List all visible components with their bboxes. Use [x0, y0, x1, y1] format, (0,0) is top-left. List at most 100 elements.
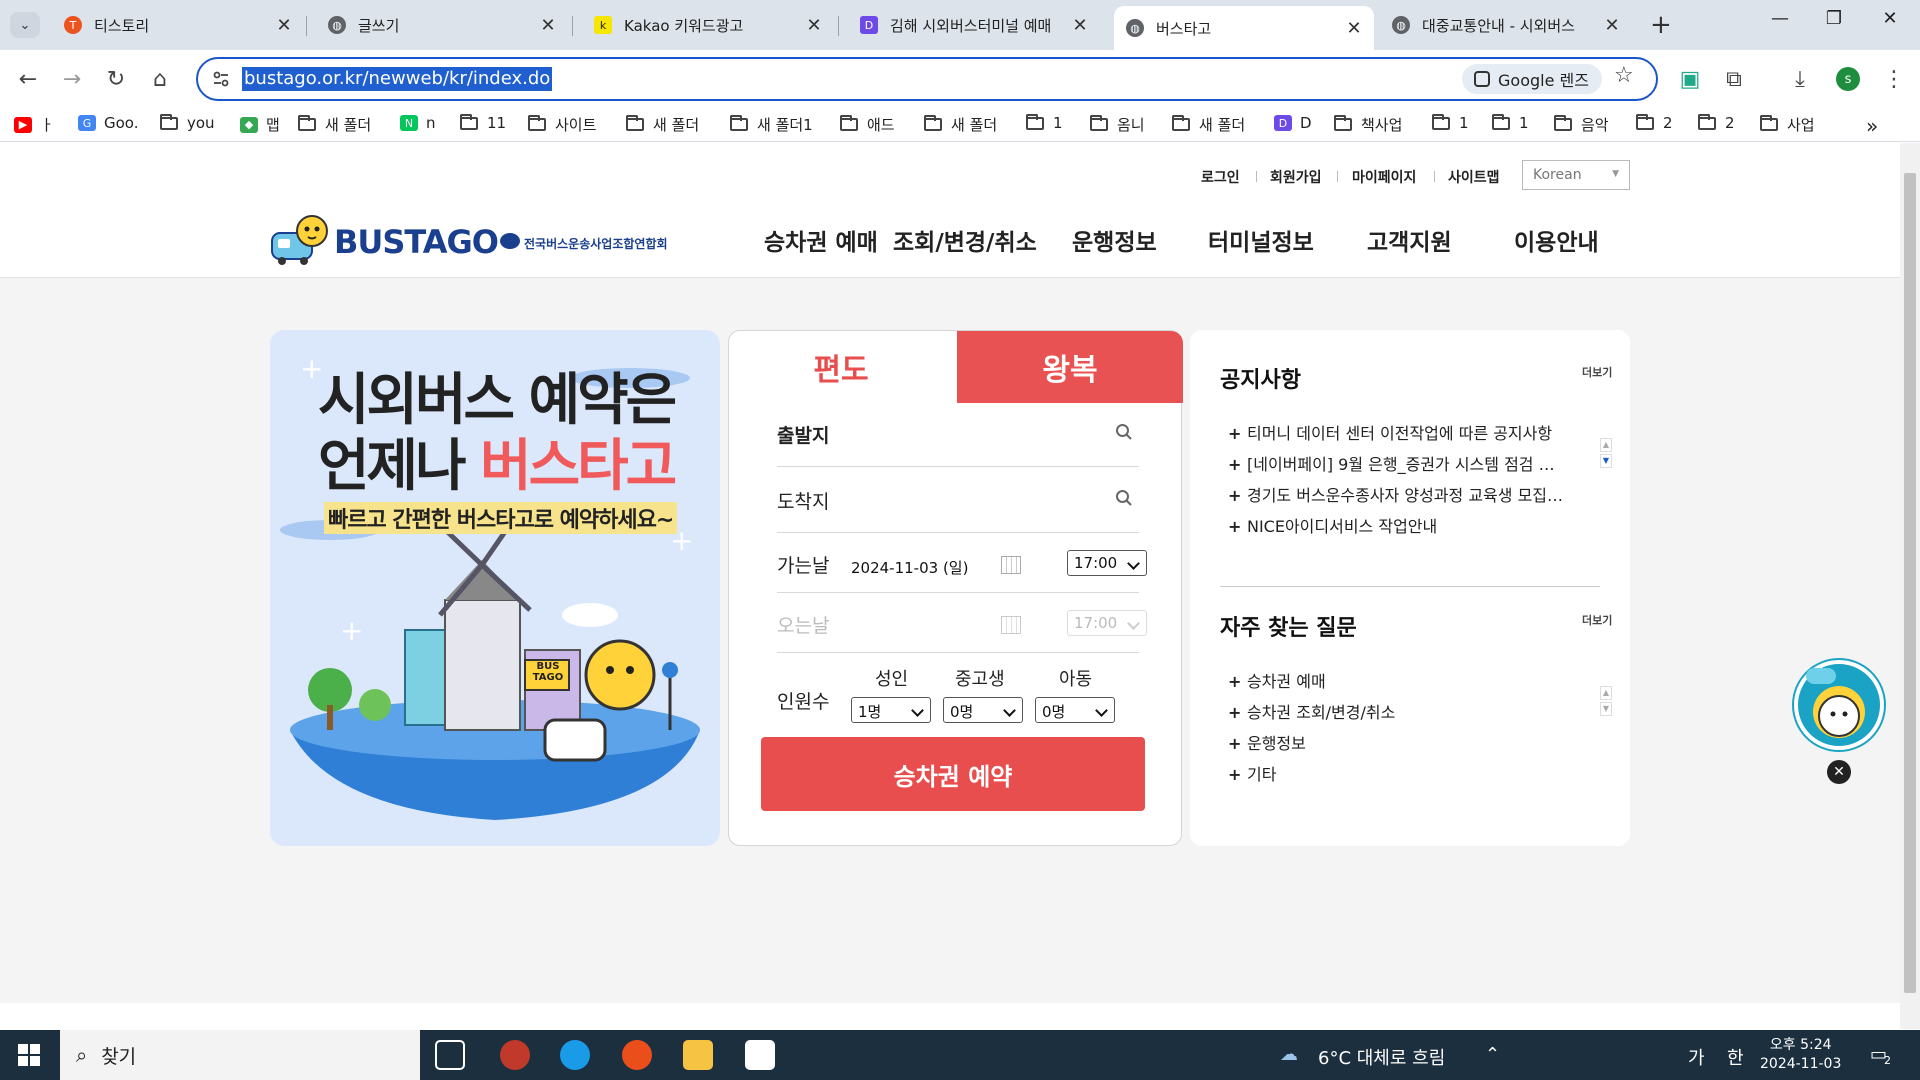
page-scrollbar[interactable]	[1900, 143, 1920, 1029]
bookmark-item[interactable]: 사이트	[528, 114, 596, 135]
new-tab-button[interactable]: +	[1650, 10, 1672, 40]
gnb-operation[interactable]: 운행정보	[1072, 223, 1157, 257]
list-item[interactable]: 기타	[1228, 761, 1568, 792]
ime-indicator[interactable]: 가	[1688, 1044, 1705, 1070]
bustago-logo[interactable]: BUSTAGO 전국버스운송사업조합연합회	[268, 211, 668, 271]
bookmarks-overflow-icon[interactable]: »	[1866, 114, 1878, 138]
list-item[interactable]: 승차권 조회/변경/취소	[1228, 699, 1568, 730]
bookmark-item[interactable]: 사업	[1760, 114, 1815, 135]
minimize-button[interactable]: —	[1760, 8, 1800, 29]
bookmark-item[interactable]: ◆ 맵	[240, 114, 280, 135]
taskbar-clock[interactable]: 오후 5:24 2024-11-03	[1760, 1036, 1841, 1074]
app-icon[interactable]	[500, 1040, 530, 1070]
weather-text[interactable]: 6°C 대체로 흐림	[1318, 1044, 1445, 1070]
menu-icon[interactable]: ⋮	[1880, 65, 1908, 93]
bookmark-item[interactable]: 새 폴더	[298, 114, 371, 135]
bookmark-star-icon[interactable]: ☆	[1614, 63, 1634, 88]
ime-mode-indicator[interactable]: 한	[1727, 1044, 1744, 1070]
home-icon[interactable]: ⌂	[146, 65, 174, 93]
chatbot-button[interactable]	[1794, 660, 1884, 750]
bookmark-item[interactable]: 옴니	[1090, 114, 1145, 135]
return-time-select[interactable]: 17:00	[1067, 610, 1147, 636]
store-icon[interactable]	[745, 1040, 775, 1070]
chatbot-close-icon[interactable]: ✕	[1827, 760, 1851, 784]
task-view-icon[interactable]	[435, 1040, 465, 1070]
tab-bustago[interactable]: ◍ 버스타고 ✕	[1114, 6, 1374, 50]
bookmark-item[interactable]: 1	[1026, 113, 1063, 132]
list-item[interactable]: 경기도 버스운수종사자 양성과정 교육생 모집 안내	[1228, 482, 1568, 513]
departure-field[interactable]: 출발지	[777, 401, 1139, 467]
notice-scroll-up-icon[interactable]: ▲	[1600, 438, 1612, 452]
notice-more-link[interactable]: 더보기	[1582, 364, 1612, 380]
bookmark-item[interactable]: 11	[460, 113, 506, 132]
bookmark-item[interactable]: 새 폴더1	[730, 114, 813, 135]
edge-icon[interactable]	[560, 1040, 590, 1070]
search-icon[interactable]	[1115, 423, 1133, 441]
tab-gimhae[interactable]: D 김해 시외버스터미널 예매 ✕	[848, 8, 1100, 42]
arrival-field[interactable]: 도착지	[777, 467, 1139, 533]
bookmark-item[interactable]: 책사업	[1334, 114, 1402, 135]
list-item[interactable]: 티머니 데이터 센터 이전작업에 따른 공지사항	[1228, 420, 1568, 451]
tab-write[interactable]: ◍ 글쓰기 ✕	[316, 8, 568, 42]
close-icon[interactable]: ✕	[806, 15, 822, 36]
bookmark-item[interactable]: 2	[1636, 113, 1673, 132]
taskbar-search[interactable]: ⌕ 찾기	[60, 1030, 420, 1080]
bookmark-item[interactable]: 2	[1698, 113, 1735, 132]
gnb-terminal[interactable]: 터미널정보	[1208, 223, 1314, 257]
restore-button[interactable]: ❐	[1814, 8, 1854, 29]
language-select[interactable]: Korean	[1522, 160, 1630, 190]
bookmark-item[interactable]: 새 폴더	[924, 114, 997, 135]
bookmark-item[interactable]: you	[160, 113, 215, 132]
download-icon[interactable]: ⤓	[1786, 65, 1814, 93]
close-icon[interactable]: ✕	[1604, 15, 1620, 36]
close-icon[interactable]: ✕	[1346, 18, 1362, 39]
extension-translate-icon[interactable]: ▣	[1676, 65, 1704, 93]
bookmark-item[interactable]: 음악	[1554, 114, 1609, 135]
tab-transit[interactable]: ◍ 대중교통안내 - 시외버스 ✕	[1380, 8, 1632, 42]
sitemap-link[interactable]: 사이트맵	[1448, 167, 1500, 187]
tab-search-button[interactable]: ⌄	[10, 12, 40, 38]
url-text[interactable]: bustago.or.kr/newweb/kr/index.do	[242, 67, 553, 91]
bookmark-item[interactable]: 애드	[840, 114, 895, 135]
mypage-link[interactable]: 마이페이지	[1352, 167, 1416, 187]
bookmark-item[interactable]: Nn	[400, 114, 436, 132]
site-settings-icon[interactable]	[212, 70, 230, 88]
go-time-select[interactable]: 17:00	[1067, 550, 1147, 576]
tab-kakao[interactable]: k Kakao 키워드광고 ✕	[582, 8, 834, 42]
forward-icon[interactable]: →	[58, 65, 86, 93]
extensions-icon[interactable]: ⧉	[1720, 65, 1748, 93]
bookmark-item[interactable]: 1	[1492, 113, 1529, 132]
signup-link[interactable]: 회원가입	[1270, 167, 1322, 187]
close-icon[interactable]: ✕	[540, 15, 556, 36]
bookmark-item[interactable]: G Goo.	[78, 114, 138, 132]
student-select[interactable]: 0명	[943, 697, 1023, 723]
search-icon[interactable]	[1115, 489, 1133, 507]
bookmark-item[interactable]: 새 폴더	[626, 114, 699, 135]
google-lens-button[interactable]: Google 렌즈	[1462, 64, 1602, 94]
back-icon[interactable]: ←	[14, 65, 42, 93]
list-item[interactable]: 승차권 예매	[1228, 668, 1568, 699]
faq-scroll-up-icon[interactable]: ▲	[1600, 686, 1612, 700]
close-icon[interactable]: ✕	[1072, 15, 1088, 36]
gnb-inquiry[interactable]: 조회/변경/취소	[893, 223, 1037, 257]
faq-more-link[interactable]: 더보기	[1582, 612, 1612, 628]
calendar-icon[interactable]	[1001, 556, 1021, 574]
bookmark-item[interactable]: 새 폴더	[1172, 114, 1245, 135]
login-link[interactable]: 로그인	[1201, 167, 1240, 187]
child-select[interactable]: 0명	[1035, 697, 1115, 723]
weather-icon[interactable]: ☁	[1280, 1044, 1298, 1065]
adult-select[interactable]: 1명	[851, 697, 931, 723]
file-explorer-icon[interactable]	[683, 1040, 713, 1070]
reserve-button[interactable]: 승차권 예약	[761, 737, 1145, 811]
tab-oneway[interactable]: 편도	[729, 331, 953, 403]
reload-icon[interactable]: ↻	[102, 65, 130, 93]
close-window-button[interactable]: ✕	[1870, 8, 1910, 29]
calendar-icon[interactable]	[1001, 616, 1021, 634]
tray-chevron-icon[interactable]: ⌃	[1485, 1044, 1500, 1065]
list-item[interactable]: NICE아이디서비스 작업안내	[1228, 513, 1568, 544]
gnb-support[interactable]: 고객지원	[1367, 223, 1452, 257]
windows-start-icon[interactable]	[18, 1044, 40, 1066]
chrome-icon[interactable]	[622, 1040, 652, 1070]
bookmark-item[interactable]: ▶ ㅏ	[14, 114, 54, 135]
bookmark-item[interactable]: 1	[1432, 113, 1469, 132]
